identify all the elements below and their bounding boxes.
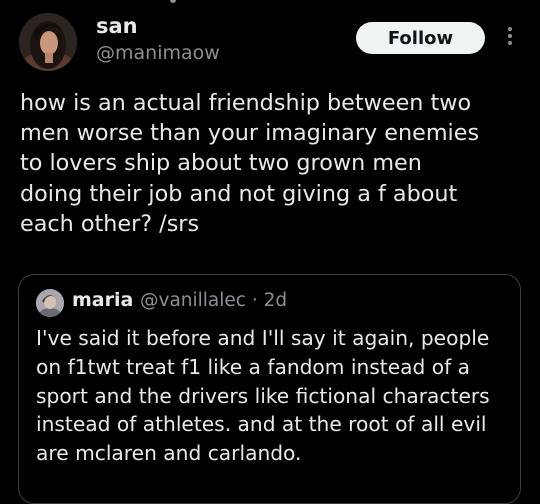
quoted-tweet[interactable]: maria @vanillalec · 2d I've said it befo… <box>18 274 521 504</box>
scroll-indicator-dot <box>170 0 176 3</box>
tweet-text: how is an actual friendship between two … <box>20 90 480 237</box>
avatar[interactable] <box>19 13 77 71</box>
quoted-tweet-text: I've said it before and I'll say it agai… <box>36 326 490 466</box>
follow-button[interactable]: Follow <box>356 22 485 54</box>
quoted-avatar-photo <box>36 289 64 317</box>
avatar-photo <box>19 13 77 71</box>
more-options-icon[interactable] <box>500 24 520 54</box>
quoted-avatar[interactable] <box>36 289 64 317</box>
author-name[interactable]: san <box>96 14 138 38</box>
quoted-author-handle-time[interactable]: @vanillalec · 2d <box>140 290 287 311</box>
quoted-author-name[interactable]: maria <box>72 289 133 311</box>
author-handle[interactable]: @manimaow <box>96 42 220 64</box>
